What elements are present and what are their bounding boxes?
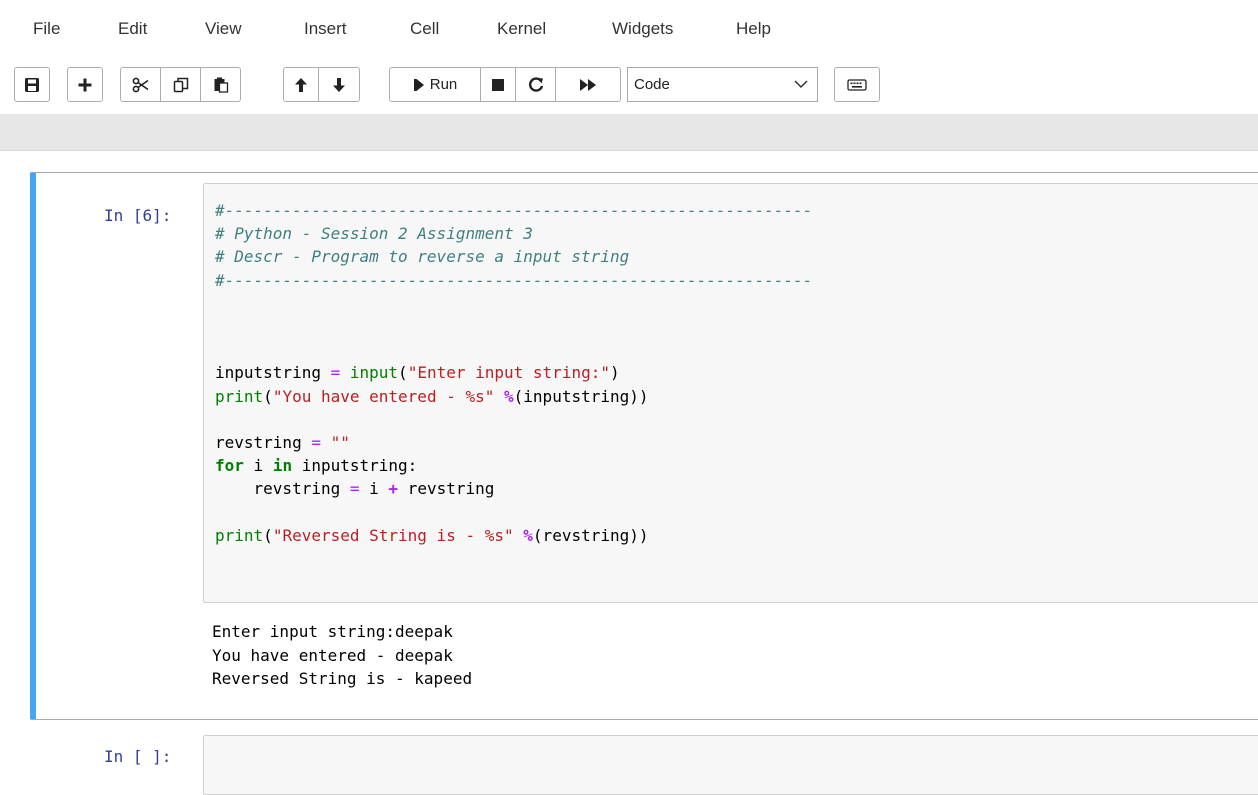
code-line-15: print("Reversed String is - %s" %(revstr… (215, 525, 649, 545)
code-line-12: for i in inputstring: (215, 456, 418, 476)
plus-icon (77, 77, 93, 93)
move-down-button[interactable] (318, 67, 360, 102)
header-divider (0, 114, 1258, 151)
run-button-label: Run (429, 76, 458, 93)
run-button[interactable]: Run (389, 67, 481, 102)
code-line-11: revstring = "" (215, 433, 350, 453)
copy-icon (173, 77, 189, 93)
arrow-down-icon (332, 77, 346, 93)
code-line-2: # Python - Session 2 Assignment 3 (215, 224, 533, 244)
menu-kernel[interactable]: Kernel (497, 19, 546, 39)
toolbar: Run Code (0, 67, 1258, 107)
empty-code-input[interactable] (203, 735, 1258, 795)
code-line-4: #---------------------------------------… (215, 270, 813, 290)
restart-run-all-button[interactable] (555, 67, 621, 102)
menu-cell[interactable]: Cell (410, 19, 439, 39)
output-line-2: You have entered - deepak (212, 645, 453, 665)
menubar: File Edit View Insert Cell Kernel Widget… (0, 0, 1258, 58)
empty-cell-prompt: In [ ]: (104, 747, 172, 766)
code-line-1: #---------------------------------------… (215, 201, 813, 220)
cell-output: Enter input string:deepak You have enter… (212, 620, 472, 691)
cell-type-value: Code (634, 76, 670, 93)
input-prompt: In [6]: (104, 206, 172, 225)
command-palette-button[interactable] (834, 67, 880, 102)
menu-help[interactable]: Help (736, 19, 771, 39)
code-editor[interactable]: #---------------------------------------… (215, 199, 812, 547)
fast-forward-icon (579, 78, 597, 92)
code-line-3: # Descr - Program to reverse a input str… (215, 247, 630, 267)
output-line-3: Reversed String is - kapeed (212, 669, 473, 688)
output-line-1: Enter input string:deepak (212, 622, 453, 641)
insert-cell-button[interactable] (67, 67, 103, 102)
code-line-9: print("You have entered - %s" %(inputstr… (215, 386, 649, 406)
interrupt-button[interactable] (480, 67, 516, 102)
scissors-icon (132, 77, 150, 93)
code-line-13: revstring = i + revstring (215, 479, 495, 499)
menu-insert[interactable]: Insert (304, 19, 347, 39)
save-icon (24, 77, 40, 93)
chevron-down-icon (793, 76, 809, 96)
paste-icon (213, 77, 229, 93)
restart-button[interactable] (515, 67, 556, 102)
arrow-up-icon (294, 77, 308, 93)
stop-icon (491, 78, 505, 92)
menu-view[interactable]: View (205, 19, 242, 39)
copy-button[interactable] (160, 67, 201, 102)
cell-type-select[interactable]: Code (627, 67, 818, 102)
step-forward-icon (413, 78, 425, 92)
keyboard-icon (847, 78, 867, 92)
restart-icon (528, 76, 544, 93)
code-line-8: inputstring = input("Enter input string:… (215, 363, 620, 383)
move-up-button[interactable] (283, 67, 319, 102)
paste-button[interactable] (200, 67, 241, 102)
save-button[interactable] (14, 67, 50, 102)
cut-button[interactable] (120, 67, 161, 102)
menu-widgets[interactable]: Widgets (612, 19, 673, 39)
menu-edit[interactable]: Edit (118, 19, 147, 39)
menu-file[interactable]: File (33, 19, 60, 39)
